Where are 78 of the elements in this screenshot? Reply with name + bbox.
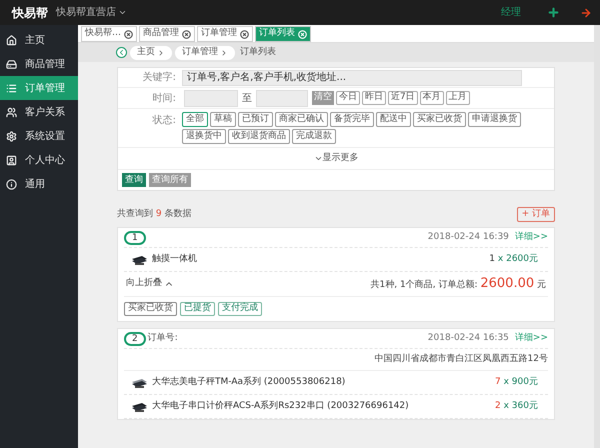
result-count: 共查询到 9 条数据 (117, 208, 192, 221)
status-filter-button[interactable]: 草稿 (210, 112, 236, 127)
field-label: 关键字: (142, 70, 177, 85)
show-more-link[interactable]: 显示更多 (314, 152, 358, 166)
sidebar-item[interactable]: 个人中心 (0, 148, 78, 172)
sidebar-item[interactable]: 系统设置 (0, 124, 78, 148)
range-separator: 至 (241, 92, 253, 106)
list-icon (6, 82, 17, 94)
status-filter-button[interactable]: 完成退款 (292, 129, 336, 144)
end-date-field[interactable] (256, 90, 308, 106)
drive-icon (6, 58, 17, 70)
sidebar-item[interactable]: 商品管理 (0, 52, 78, 76)
info-icon (6, 178, 17, 190)
status-filter-button[interactable]: 收到退货商品 (228, 129, 290, 144)
query-button[interactable]: 查询 (122, 173, 146, 187)
date-shortcut-button[interactable]: 本月 (420, 91, 444, 105)
keyword-field[interactable]: 订单号,客户名,客户手机,收货地址... (182, 70, 522, 86)
status-filter-button[interactable]: 申请退换货 (468, 112, 521, 127)
order-number-label: 订单号: (148, 332, 178, 345)
field-label: 状态: (152, 114, 177, 128)
product-name: 大华电子串口计价秤ACS-A系列Rs232串口 (2003276696142) (152, 400, 409, 413)
date-shortcut-button[interactable]: 昨日 (362, 91, 386, 105)
order-number-badge: 1 (124, 230, 146, 244)
start-date-field[interactable] (184, 90, 238, 106)
user-link[interactable]: 经理 (501, 5, 521, 20)
settings-icon (6, 130, 17, 142)
field-label: 时间: (152, 92, 177, 106)
logout-icon[interactable] (580, 6, 592, 18)
chevron-down-icon (118, 8, 127, 17)
order-time: 2018-02-24 16:35 (428, 332, 509, 345)
close-icon (124, 30, 133, 38)
status-tag: 买家已收货 (124, 302, 177, 316)
detail-link[interactable]: 详细>> (514, 332, 548, 346)
status-tag: 已提货 (180, 302, 215, 316)
sidebar-item[interactable]: 通用 (0, 172, 78, 196)
status-filter-button[interactable]: 商家已确认 (275, 112, 328, 127)
users-icon (6, 106, 17, 118)
close-icon (182, 30, 191, 38)
tab[interactable]: 快易帮… (81, 26, 137, 42)
product-quantity: 7 x 900元 (495, 376, 539, 389)
product-quantity: 1 x 2600元 (489, 252, 539, 266)
status-tag: 支付完成 (218, 302, 262, 316)
chevron-right-icon (157, 48, 165, 56)
date-shortcut-button[interactable]: 上月 (446, 91, 470, 105)
breadcrumb-link[interactable]: 订单管理 (175, 46, 235, 60)
close-icon (240, 30, 249, 38)
brand-logo: 快易帮 (12, 4, 48, 22)
user-card-icon (6, 154, 17, 166)
back-icon[interactable] (116, 47, 127, 58)
status-filter-button[interactable]: 买家已收货 (413, 112, 466, 127)
chevron-right-icon (220, 48, 228, 56)
collapse-toggle[interactable]: 向上折叠 (126, 277, 174, 291)
tab[interactable]: 订单管理 (197, 26, 253, 42)
status-filter-button[interactable]: 配送中 (376, 112, 411, 127)
date-shortcut-button[interactable]: 今日 (336, 91, 360, 105)
home-icon (6, 34, 17, 46)
product-name: 触摸一体机 (152, 252, 197, 266)
status-filter-button[interactable]: 退换货中 (182, 129, 226, 144)
add-icon[interactable] (547, 6, 560, 19)
chevron-down-icon (314, 154, 322, 163)
sidebar-item[interactable]: 主页 (0, 28, 78, 52)
status-filter-button[interactable]: 已预订 (238, 112, 273, 127)
product-quantity: 2 x 360元 (495, 400, 539, 413)
order-total: 共1种, 1个商品, 订单总额: 2600.00 元 (370, 275, 546, 294)
product-name: 大华志美电子秤TM-Aa系列 (2000553806218) (152, 376, 346, 389)
detail-link[interactable]: 详细>> (514, 230, 548, 244)
store-dropdown[interactable]: 快易帮直营店 (56, 5, 127, 20)
status-filter-button[interactable]: 备货完毕 (330, 112, 374, 127)
breadcrumb-link[interactable]: 主页 (130, 46, 172, 60)
order-time: 2018-02-24 16:39 (428, 230, 509, 244)
status-filter-button[interactable]: 全部 (182, 112, 208, 127)
shipping-address: 中国四川省成都市青白江区凤凰西五路12号 (374, 352, 548, 366)
sidebar-item[interactable]: 客户关系 (0, 100, 78, 124)
date-shortcut-button[interactable]: 近7日 (388, 91, 418, 105)
breadcrumb-current: 订单列表 (240, 46, 276, 59)
tab[interactable]: 商品管理 (139, 26, 195, 42)
close-icon (298, 30, 307, 38)
order-number-badge: 2 (124, 332, 146, 346)
